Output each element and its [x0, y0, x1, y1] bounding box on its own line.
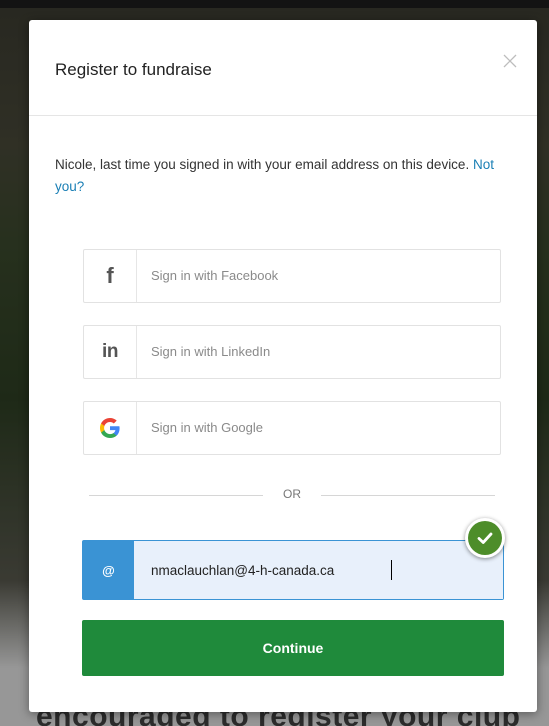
- linkedin-icon-cell: in: [84, 326, 137, 378]
- google-icon-cell: [84, 402, 137, 454]
- facebook-icon: f: [106, 263, 114, 288]
- or-divider: OR: [89, 485, 495, 505]
- facebook-icon-cell: f: [84, 250, 137, 302]
- google-signin-label: Sign in with Google: [151, 420, 264, 435]
- facebook-signin-button[interactable]: f Sign in with Facebook: [83, 249, 501, 303]
- linkedin-signin-button[interactable]: in Sign in with LinkedIn: [83, 325, 501, 379]
- google-icon: [100, 418, 120, 438]
- or-label: OR: [283, 487, 301, 501]
- modal-header: Register to fundraise: [29, 20, 537, 116]
- register-modal: Register to fundraise Nicole, last time …: [29, 20, 537, 712]
- google-signin-button[interactable]: Sign in with Google: [83, 401, 501, 455]
- divider-line-right: [321, 495, 495, 496]
- at-icon: @: [83, 541, 134, 599]
- text-caret: [391, 560, 392, 580]
- signin-notice: Nicole, last time you signed in with you…: [55, 154, 515, 198]
- facebook-signin-label: Sign in with Facebook: [151, 268, 279, 283]
- close-button[interactable]: [499, 50, 521, 72]
- linkedin-signin-label: Sign in with LinkedIn: [151, 344, 271, 359]
- linkedin-icon: in: [102, 341, 118, 362]
- close-icon: [503, 54, 517, 68]
- continue-button[interactable]: Continue: [82, 620, 504, 676]
- checkmark-icon: [468, 521, 502, 555]
- email-valid-badge: [465, 518, 505, 558]
- modal-title: Register to fundraise: [55, 60, 212, 79]
- email-input[interactable]: [134, 541, 503, 599]
- email-field-group: @: [82, 540, 504, 600]
- notice-text: Nicole, last time you signed in with you…: [55, 157, 470, 172]
